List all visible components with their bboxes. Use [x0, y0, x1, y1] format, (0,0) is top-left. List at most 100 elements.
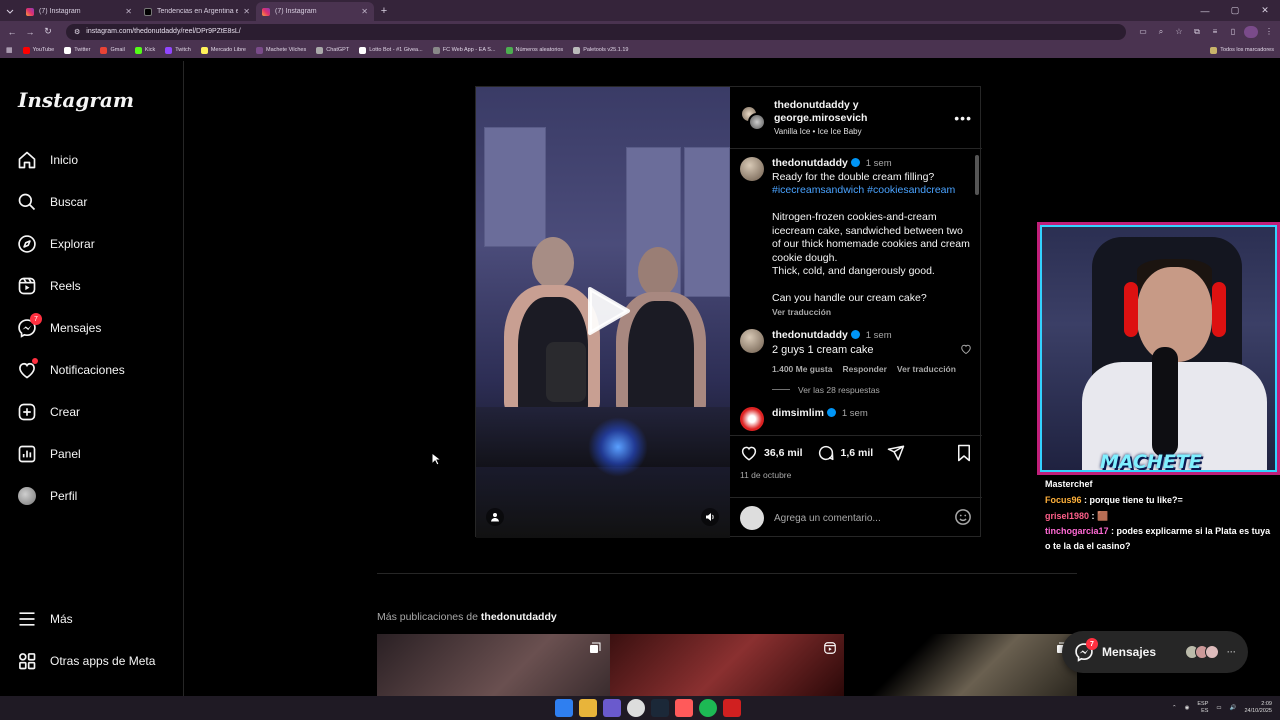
scrollbar-thumb[interactable] [975, 155, 979, 195]
tray-app-icon[interactable]: ◉ [1185, 705, 1190, 711]
sidebar-item-explorar[interactable]: Explorar [16, 230, 176, 258]
post-date[interactable]: 11 de octubre [740, 470, 972, 480]
minimize-button[interactable]: — [1190, 6, 1220, 16]
play-icon[interactable] [578, 283, 634, 344]
apps-grid-icon[interactable]: ▦ [6, 46, 13, 54]
media-icon[interactable]: ≡ [1208, 25, 1222, 39]
translate-link[interactable]: Ver traducción [897, 363, 956, 377]
caption-username[interactable]: thedonutdaddy [772, 157, 848, 169]
comment-username[interactable]: dimsimlim [772, 407, 824, 419]
tab-close-icon[interactable]: ✕ [125, 7, 132, 16]
tab-close-icon[interactable]: ✕ [243, 7, 250, 16]
zoom-icon[interactable]: ⌕ [1154, 25, 1168, 39]
back-button[interactable]: ← [4, 24, 20, 40]
chrome-icon[interactable] [627, 699, 645, 717]
sidebar-item-mensajes[interactable]: 7 Mensajes [16, 313, 176, 342]
avatar[interactable] [740, 406, 764, 431]
tab-close-icon[interactable]: ✕ [361, 7, 368, 16]
sidebar-item-notificaciones[interactable]: Notificaciones [16, 356, 176, 384]
discord-icon[interactable] [603, 699, 621, 717]
emoji-icon[interactable] [954, 508, 972, 529]
tab-x-trends[interactable]: Tendencias en Argentina en X ✕ [138, 2, 256, 21]
more-posts-username[interactable]: thedonutdaddy [481, 611, 557, 623]
reel-video[interactable] [476, 87, 730, 538]
sidebar-item-inicio[interactable]: Inicio [16, 146, 176, 174]
new-tab-button[interactable]: + [374, 2, 394, 21]
sidebar-item-perfil[interactable]: Perfil [16, 482, 176, 510]
sidebar-item-crear[interactable]: Crear [16, 398, 176, 426]
collab-avatars[interactable] [740, 104, 766, 131]
instagram-logo[interactable]: Instagram [18, 88, 134, 112]
more-options-icon[interactable]: ••• [954, 110, 972, 126]
clock[interactable]: 2:09 24/10/2025 [1244, 701, 1272, 715]
forward-button[interactable]: → [22, 24, 38, 40]
cast-icon[interactable]: ▭ [1136, 25, 1150, 39]
all-bookmarks[interactable]: Todos los marcadores [1210, 46, 1274, 54]
tab-instagram-1[interactable]: (7) Instagram ✕ [20, 2, 138, 21]
start-menu-icon[interactable] [555, 699, 573, 717]
volume-icon[interactable] [701, 508, 719, 526]
share-send-icon[interactable] [887, 444, 905, 462]
network-icon[interactable]: ▭ [1216, 705, 1221, 711]
bookmark-youtube[interactable]: YouTube [22, 46, 54, 54]
bookmark-gmail[interactable]: Gmail [100, 46, 125, 54]
url-bar[interactable]: ⚙ instagram.com/thedonutdaddy/reel/DPr9P… [66, 23, 1126, 40]
post-thumbnail[interactable] [844, 634, 1077, 696]
comment-like-icon[interactable] [960, 343, 972, 360]
comments-count[interactable]: 1,6 mil [841, 447, 874, 459]
bookmark-numeros-aleatorios[interactable]: Números aleatorios [505, 46, 563, 54]
avatar[interactable] [740, 157, 764, 181]
tab-instagram-active[interactable]: (7) Instagram ✕ [256, 2, 374, 21]
bookmark-machete-vilches[interactable]: Machete Vilches [255, 46, 306, 54]
avatar[interactable] [740, 329, 764, 353]
reply-link[interactable]: Responder [842, 363, 886, 377]
language-indicator[interactable]: ESP ES [1197, 701, 1208, 715]
audio-track[interactable]: Vanilla Ice • Ice Ice Baby [774, 127, 867, 136]
spotify-icon[interactable] [699, 699, 717, 717]
volume-icon[interactable]: 🔊 [1230, 705, 1237, 711]
user-tags-icon[interactable] [486, 508, 504, 526]
sidebar-item-mas[interactable]: Más [16, 605, 176, 633]
browser-menu-icon[interactable]: ⋮ [1262, 25, 1276, 39]
comment-likes[interactable]: 1.400 Me gusta [772, 363, 832, 377]
messages-pill[interactable]: 7 Mensajes ··· [1062, 631, 1248, 673]
tab-search-icon[interactable] [0, 0, 20, 21]
more-options-icon[interactable]: ··· [1227, 647, 1236, 657]
bookmark-mercado-libre[interactable]: Mercado Libre [200, 46, 246, 54]
translate-link[interactable]: Ver traducción [772, 306, 831, 320]
file-explorer-icon[interactable] [579, 699, 597, 717]
save-bookmark-icon[interactable] [956, 444, 972, 462]
like-heart-icon[interactable] [740, 444, 758, 462]
steam-icon[interactable] [651, 699, 669, 717]
app-icon[interactable] [723, 699, 741, 717]
tray-chevron-icon[interactable]: ⌃ [1172, 705, 1177, 711]
comments-scrollbar[interactable] [974, 151, 980, 435]
extensions-icon[interactable]: ⧉ [1190, 25, 1204, 39]
comment-username[interactable]: thedonutdaddy [772, 329, 848, 341]
bookmark-kick[interactable]: Kick [134, 46, 155, 54]
sidepanel-icon[interactable]: ▯ [1226, 25, 1240, 39]
comment-bubble-icon[interactable] [817, 444, 835, 462]
bookmark-twitch[interactable]: Twitch [165, 46, 191, 54]
sidebar-item-buscar[interactable]: Buscar [16, 188, 176, 216]
bookmark-star-icon[interactable]: ☆ [1172, 25, 1186, 39]
post-thumbnail[interactable] [610, 634, 844, 696]
sidebar-item-panel[interactable]: Panel [16, 440, 176, 468]
author-2[interactable]: george.mirosevich [774, 112, 867, 125]
author-1[interactable]: thedonutdaddy y [774, 99, 867, 112]
site-info-icon[interactable]: ⚙ [74, 28, 80, 36]
hashtag-link[interactable]: #icecreamsandwich [772, 184, 864, 196]
bookmark-paletools[interactable]: Paletools v25.1.19 [573, 46, 628, 54]
page-scrollbar[interactable] [1272, 61, 1280, 696]
bookmark-twitter[interactable]: Twitter [64, 46, 90, 54]
sidebar-item-otras-apps[interactable]: Otras apps de Meta [16, 647, 176, 675]
bookmark-lotto-bot[interactable]: Lotto Bot - #1 Givea... [359, 46, 423, 54]
reload-button[interactable]: ↻ [40, 24, 56, 40]
app-icon[interactable] [675, 699, 693, 717]
post-thumbnail[interactable] [377, 634, 610, 696]
bookmark-chatgpt[interactable]: ChatGPT [316, 46, 349, 54]
view-replies-link[interactable]: Ver las 28 respuestas [772, 385, 972, 395]
bookmark-fc-web-app[interactable]: FC Web App - EA S... [432, 46, 496, 54]
hashtag-link[interactable]: #cookiesandcream [867, 184, 955, 196]
add-comment-input[interactable]: Agrega un comentario... [774, 513, 881, 524]
